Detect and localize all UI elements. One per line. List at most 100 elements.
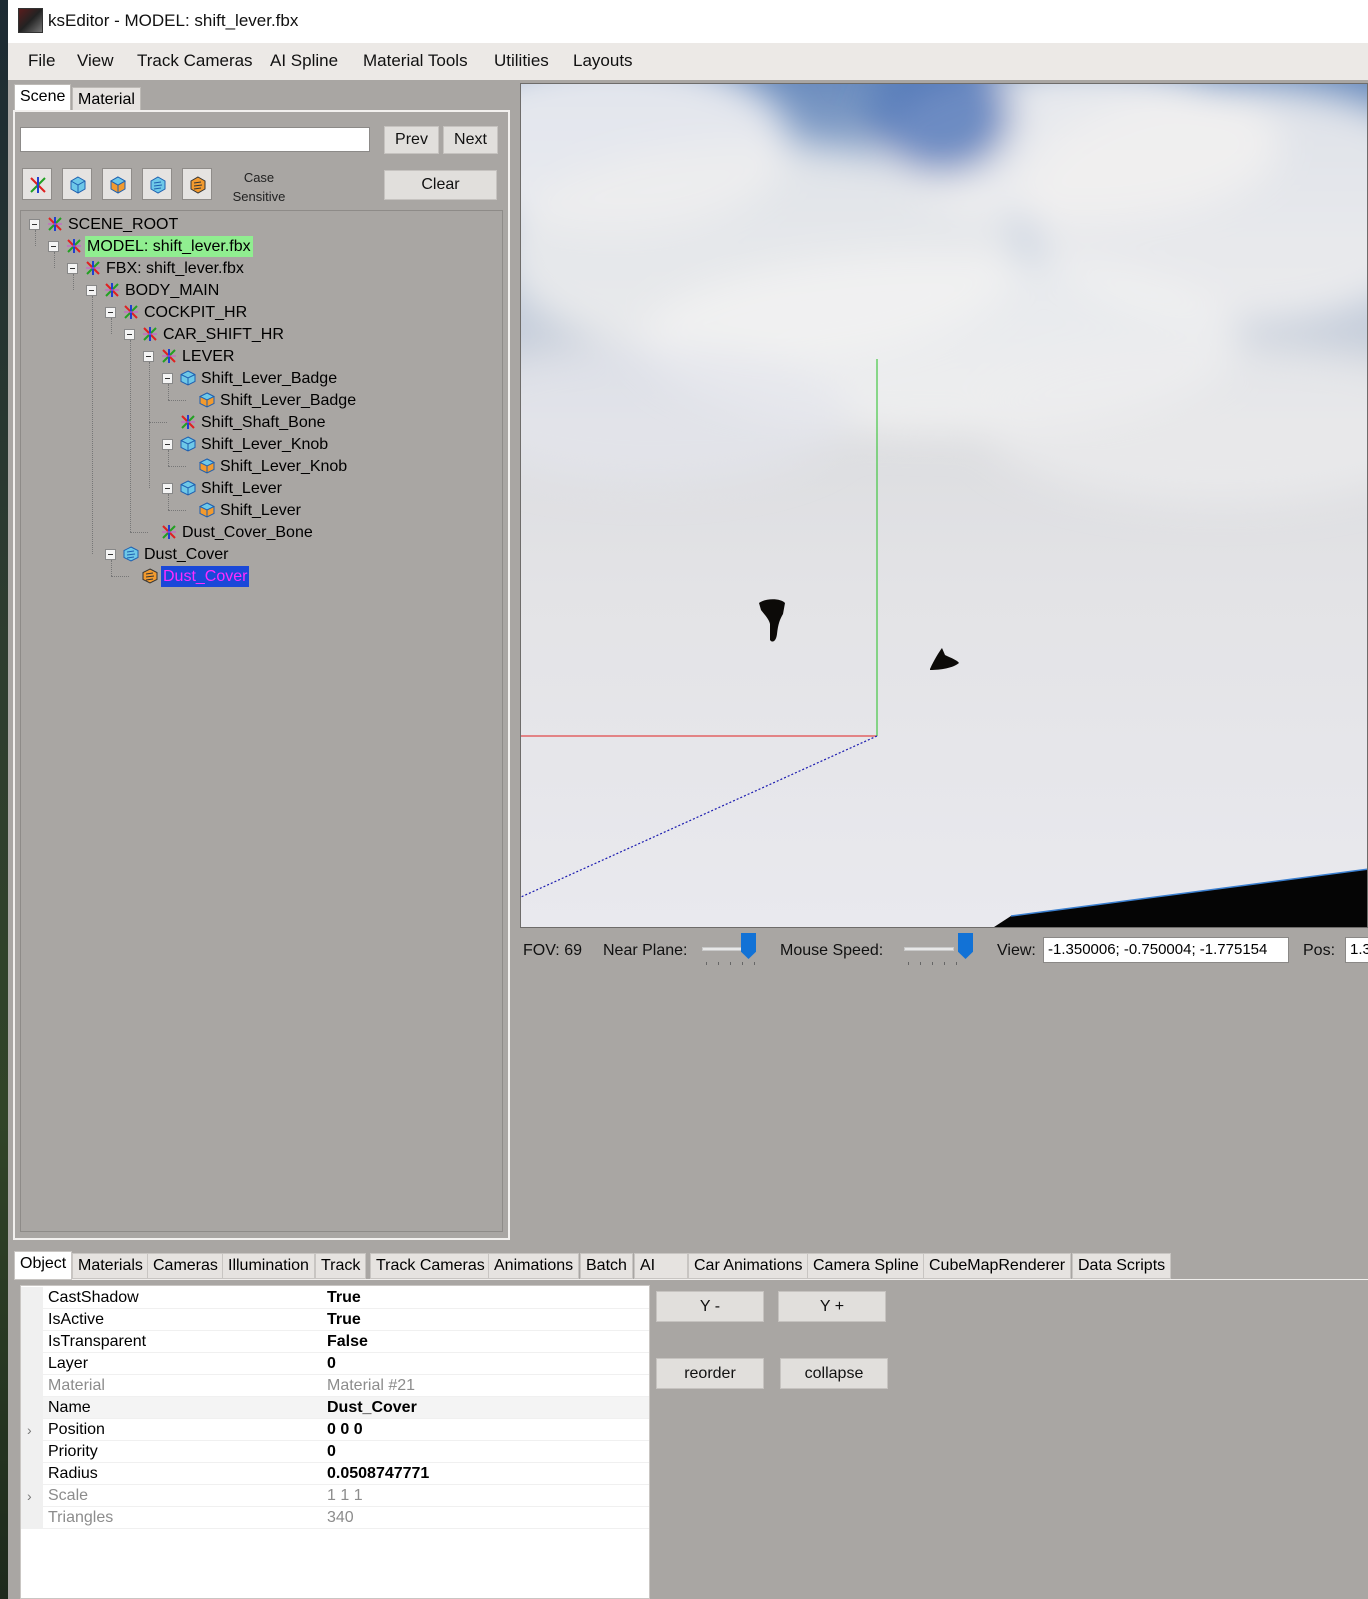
next-button[interactable]: Next bbox=[443, 126, 498, 154]
tree-node[interactable]: BODY_MAIN bbox=[21, 280, 501, 301]
tree-node[interactable]: COCKPIT_HR bbox=[21, 302, 501, 323]
pos-vector-field[interactable]: 1.3 bbox=[1345, 937, 1368, 963]
property-value[interactable]: 0 0 0 bbox=[327, 1419, 363, 1441]
tree-node[interactable]: Dust_Cover bbox=[21, 544, 501, 565]
menu-file[interactable]: File bbox=[28, 51, 55, 71]
collapse-button[interactable]: collapse bbox=[780, 1358, 888, 1389]
tab-track-cameras[interactable]: Track Cameras bbox=[370, 1253, 491, 1279]
filter-mesh-group-button[interactable] bbox=[62, 168, 92, 200]
menu-view[interactable]: View bbox=[77, 51, 114, 71]
property-row[interactable]: IsTransparent False bbox=[21, 1331, 649, 1353]
tab-cameras[interactable]: Cameras bbox=[147, 1253, 224, 1279]
tab-track[interactable]: Track bbox=[315, 1253, 367, 1279]
property-grid[interactable]: CastShadow True IsActive True IsTransparent F… bbox=[20, 1285, 650, 1599]
tree-node[interactable]: Shift_Lever bbox=[21, 500, 501, 521]
property-gutter bbox=[21, 1507, 43, 1529]
tab-scene[interactable]: Scene bbox=[14, 84, 72, 111]
tree-node[interactable]: Dust_Cover_Bone bbox=[21, 522, 501, 543]
tab-illumination[interactable]: Illumination bbox=[222, 1253, 315, 1279]
collapse-toggle[interactable] bbox=[105, 549, 116, 560]
collapse-toggle[interactable] bbox=[162, 373, 173, 384]
menu-track-cameras[interactable]: Track Cameras bbox=[137, 51, 253, 71]
prev-button[interactable]: Prev bbox=[384, 126, 439, 154]
collapse-toggle[interactable] bbox=[67, 263, 78, 274]
property-value[interactable]: True bbox=[327, 1309, 361, 1331]
case-sensitive-label[interactable]: Case Sensitive bbox=[228, 168, 290, 206]
tree-node[interactable]: MODEL: shift_lever.fbx bbox=[21, 236, 501, 257]
near-plane-slider-thumb[interactable] bbox=[741, 933, 756, 959]
property-row[interactable]: › Position 0 0 0 bbox=[21, 1419, 649, 1441]
scene-tree[interactable]: SCENE_ROOT MODEL: shift_lever.fbx FBX: shi… bbox=[20, 210, 503, 1232]
mesh-group-filter-icon bbox=[70, 176, 86, 194]
view-label: View: bbox=[997, 942, 1036, 959]
mouse-speed-slider[interactable] bbox=[904, 947, 954, 951]
tab-animations[interactable]: Animations bbox=[488, 1253, 580, 1279]
tab-material[interactable]: Material bbox=[72, 87, 141, 111]
property-row[interactable]: Radius 0.0508747771 bbox=[21, 1463, 649, 1485]
property-value[interactable]: 0 bbox=[327, 1353, 336, 1375]
node-icon bbox=[66, 238, 82, 254]
collapse-toggle[interactable] bbox=[105, 307, 116, 318]
filter-skinned-mesh-button[interactable] bbox=[182, 168, 212, 200]
tree-node[interactable]: Shift_Lever bbox=[21, 478, 501, 499]
property-row[interactable]: Name Dust_Cover bbox=[21, 1397, 649, 1419]
tree-node[interactable]: CAR_SHIFT_HR bbox=[21, 324, 501, 345]
tree-node[interactable]: Shift_Shaft_Bone bbox=[21, 412, 501, 433]
tab-batch[interactable]: Batch bbox=[580, 1253, 633, 1279]
3d-viewport[interactable] bbox=[520, 83, 1368, 928]
property-value[interactable]: 0.0508747771 bbox=[327, 1463, 429, 1485]
clear-button[interactable]: Clear bbox=[384, 170, 497, 200]
property-gutter bbox=[21, 1397, 43, 1419]
property-row[interactable]: Layer 0 bbox=[21, 1353, 649, 1375]
tab-materials[interactable]: Materials bbox=[72, 1253, 149, 1279]
menu-layouts[interactable]: Layouts bbox=[573, 51, 633, 71]
filter-skinned-group-button[interactable] bbox=[142, 168, 172, 200]
tree-node[interactable]: Shift_Lever_Badge bbox=[21, 390, 501, 411]
tab-camera-spline[interactable]: Camera Spline bbox=[807, 1253, 925, 1279]
filter-mesh-button[interactable] bbox=[102, 168, 132, 200]
tab-car-animations[interactable]: Car Animations bbox=[688, 1253, 809, 1279]
tree-node[interactable]: LEVER bbox=[21, 346, 501, 367]
tree-node[interactable]: SCENE_ROOT bbox=[21, 214, 501, 235]
collapse-toggle[interactable] bbox=[162, 483, 173, 494]
property-value[interactable]: True bbox=[327, 1287, 361, 1309]
tab-data-scripts[interactable]: Data Scripts bbox=[1072, 1253, 1172, 1279]
collapse-toggle[interactable] bbox=[29, 219, 40, 230]
property-row[interactable]: Material Material #21 bbox=[21, 1375, 649, 1397]
y-minus-button[interactable]: Y - bbox=[656, 1291, 764, 1322]
mouse-speed-slider-thumb[interactable] bbox=[958, 933, 973, 959]
property-row[interactable]: CastShadow True bbox=[21, 1287, 649, 1309]
tab-cubemaprenderer[interactable]: CubeMapRenderer bbox=[923, 1253, 1072, 1279]
property-value[interactable]: False bbox=[327, 1331, 368, 1353]
property-row[interactable]: Priority 0 bbox=[21, 1441, 649, 1463]
property-row[interactable]: Triangles 340 bbox=[21, 1507, 649, 1529]
collapse-toggle[interactable] bbox=[86, 285, 97, 296]
menu-material-tools[interactable]: Material Tools bbox=[363, 51, 468, 71]
tree-node[interactable]: Dust_Cover bbox=[21, 566, 501, 587]
filter-node-button[interactable] bbox=[22, 168, 52, 200]
tree-node-label: COCKPIT_HR bbox=[144, 304, 248, 321]
property-row[interactable]: › Scale 1 1 1 bbox=[21, 1485, 649, 1507]
expand-chevron-icon[interactable]: › bbox=[27, 1419, 32, 1441]
property-row[interactable]: IsActive True bbox=[21, 1309, 649, 1331]
tree-node[interactable]: Shift_Lever_Badge bbox=[21, 368, 501, 389]
collapse-toggle[interactable] bbox=[48, 241, 59, 252]
expand-chevron-icon[interactable]: › bbox=[27, 1485, 32, 1507]
menu-utilities[interactable]: Utilities bbox=[494, 51, 549, 71]
menu-ai-spline[interactable]: AI Spline bbox=[270, 51, 338, 71]
reorder-button[interactable]: reorder bbox=[656, 1358, 764, 1389]
search-input[interactable] bbox=[20, 127, 370, 152]
tree-node[interactable]: FBX: shift_lever.fbx bbox=[21, 258, 501, 279]
tab-ai[interactable]: AI bbox=[634, 1253, 688, 1279]
tree-node-label: Shift_Lever_Knob bbox=[201, 436, 329, 453]
view-vector-field[interactable]: -1.350006; -0.750004; -1.775154 bbox=[1043, 937, 1289, 963]
tab-object[interactable]: Object bbox=[14, 1251, 73, 1280]
tree-node[interactable]: Shift_Lever_Knob bbox=[21, 456, 501, 477]
y-plus-button[interactable]: Y + bbox=[778, 1291, 886, 1322]
property-value[interactable]: 0 bbox=[327, 1441, 336, 1463]
collapse-toggle[interactable] bbox=[162, 439, 173, 450]
tree-node[interactable]: Shift_Lever_Knob bbox=[21, 434, 501, 455]
collapse-toggle[interactable] bbox=[124, 329, 135, 340]
property-value[interactable]: Dust_Cover bbox=[327, 1397, 417, 1419]
collapse-toggle[interactable] bbox=[143, 351, 154, 362]
